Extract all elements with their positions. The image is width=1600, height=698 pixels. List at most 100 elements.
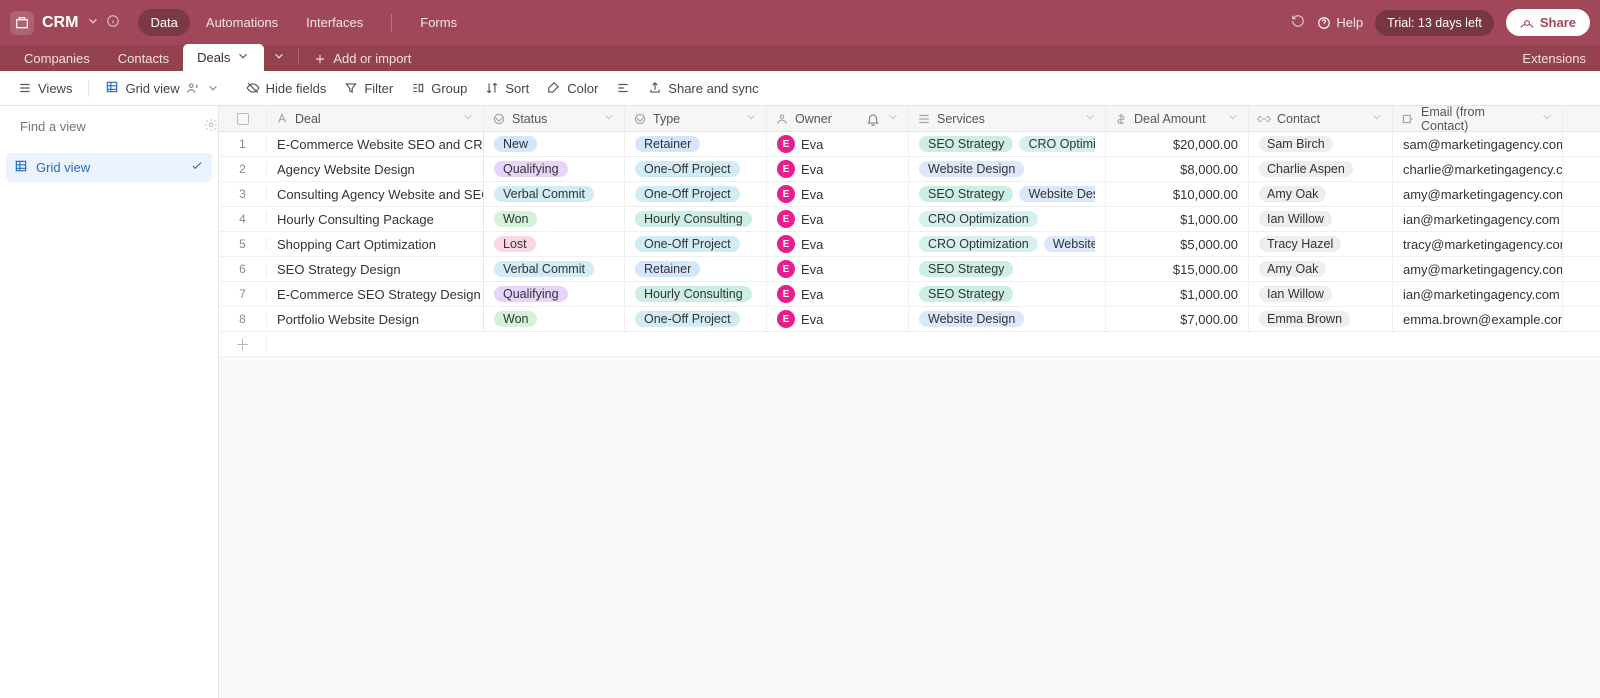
cell-services[interactable]: CRO OptimizationWebsite Design: [909, 232, 1106, 256]
cell-email[interactable]: emma.brown@example.com: [1393, 307, 1563, 331]
cell-status[interactable]: Qualifying: [484, 157, 625, 181]
chevron-down-icon[interactable]: [886, 110, 900, 127]
cell-deal[interactable]: E-Commerce SEO Strategy Design: [267, 282, 484, 306]
table-row[interactable]: 7E-Commerce SEO Strategy DesignQualifyin…: [219, 282, 1600, 307]
column-header-owner[interactable]: Owner: [767, 106, 909, 131]
column-header-email[interactable]: Email (from Contact): [1393, 106, 1563, 131]
table-row[interactable]: 6SEO Strategy DesignVerbal CommitRetaine…: [219, 257, 1600, 282]
row-number[interactable]: 2: [219, 162, 267, 176]
chevron-down-icon[interactable]: [602, 110, 616, 127]
cell-contact[interactable]: Amy Oak: [1249, 182, 1393, 206]
filter-button[interactable]: Filter: [336, 77, 401, 100]
cell-type[interactable]: One-Off Project: [625, 182, 767, 206]
cell-contact[interactable]: Sam Birch: [1249, 132, 1393, 156]
base-icon[interactable]: [10, 11, 34, 35]
cell-deal[interactable]: Agency Website Design: [267, 157, 484, 181]
cell-owner[interactable]: EEva: [767, 307, 909, 331]
cell-owner[interactable]: EEva: [767, 282, 909, 306]
cell-email[interactable]: sam@marketingagency.com: [1393, 132, 1563, 156]
cell-contact[interactable]: Ian Willow: [1249, 282, 1393, 306]
cell-email[interactable]: ian@marketingagency.com: [1393, 282, 1563, 306]
color-button[interactable]: Color: [539, 77, 606, 100]
cell-deal[interactable]: Portfolio Website Design: [267, 307, 484, 331]
column-header-type[interactable]: Type: [625, 106, 767, 131]
add-row[interactable]: ＋: [219, 332, 1600, 357]
trial-badge[interactable]: Trial: 13 days left: [1375, 10, 1494, 36]
cell-email[interactable]: amy@marketingagency.com: [1393, 257, 1563, 281]
cell-services[interactable]: SEO StrategyWebsite Design: [909, 182, 1106, 206]
cell-amount[interactable]: $10,000.00: [1106, 182, 1249, 206]
column-header-amount[interactable]: Deal Amount: [1106, 106, 1249, 131]
cell-contact[interactable]: Emma Brown: [1249, 307, 1393, 331]
cell-email[interactable]: amy@marketingagency.com: [1393, 182, 1563, 206]
cell-services[interactable]: SEO Strategy: [909, 257, 1106, 281]
share-button[interactable]: Share: [1506, 9, 1590, 36]
nav-tab-automations[interactable]: Automations: [194, 9, 290, 36]
help-button[interactable]: Help: [1317, 15, 1363, 30]
sort-button[interactable]: Sort: [477, 77, 537, 100]
cell-deal[interactable]: E-Commerce Website SEO and CRO: [267, 132, 484, 156]
nav-tab-data[interactable]: Data: [138, 9, 189, 36]
row-number[interactable]: 6: [219, 262, 267, 276]
table-tab-deals[interactable]: Deals: [183, 44, 264, 71]
cell-amount[interactable]: $5,000.00: [1106, 232, 1249, 256]
select-all-checkbox[interactable]: [219, 106, 267, 131]
cell-contact[interactable]: Tracy Hazel: [1249, 232, 1393, 256]
cell-type[interactable]: Hourly Consulting: [625, 207, 767, 231]
cell-deal[interactable]: Hourly Consulting Package: [267, 207, 484, 231]
cell-services[interactable]: SEO StrategyCRO Optimization: [909, 132, 1106, 156]
cell-contact[interactable]: Charlie Aspen: [1249, 157, 1393, 181]
current-view-button[interactable]: Grid view: [97, 76, 227, 101]
cell-deal[interactable]: Consulting Agency Website and SEO: [267, 182, 484, 206]
table-row[interactable]: 2Agency Website DesignQualifyingOne-Off …: [219, 157, 1600, 182]
row-number[interactable]: 8: [219, 312, 267, 326]
cell-type[interactable]: One-Off Project: [625, 157, 767, 181]
cell-type[interactable]: Retainer: [625, 132, 767, 156]
cell-status[interactable]: New: [484, 132, 625, 156]
chevron-down-icon[interactable]: [1540, 110, 1554, 127]
cell-status[interactable]: Won: [484, 207, 625, 231]
nav-tab-forms[interactable]: Forms: [408, 9, 469, 36]
cell-owner[interactable]: EEva: [767, 157, 909, 181]
row-number[interactable]: 5: [219, 237, 267, 251]
table-tabs-overflow-chevron-icon[interactable]: [264, 44, 294, 71]
cell-amount[interactable]: $7,000.00: [1106, 307, 1249, 331]
cell-type[interactable]: One-Off Project: [625, 307, 767, 331]
cell-email[interactable]: tracy@marketingagency.com: [1393, 232, 1563, 256]
cell-status[interactable]: Won: [484, 307, 625, 331]
share-sync-button[interactable]: Share and sync: [640, 77, 766, 100]
table-row[interactable]: 3Consulting Agency Website and SEOVerbal…: [219, 182, 1600, 207]
cell-owner[interactable]: EEva: [767, 132, 909, 156]
column-header-deal[interactable]: Deal: [267, 106, 484, 131]
chevron-down-icon[interactable]: [744, 110, 758, 127]
chevron-down-icon[interactable]: [1226, 110, 1240, 127]
column-header-contact[interactable]: Contact: [1249, 106, 1393, 131]
history-icon[interactable]: [1291, 14, 1305, 31]
add-or-import-button[interactable]: Add or import: [303, 46, 421, 71]
view-list-item-active[interactable]: Grid view: [6, 153, 212, 182]
cell-contact[interactable]: Amy Oak: [1249, 257, 1393, 281]
cell-amount[interactable]: $1,000.00: [1106, 207, 1249, 231]
chevron-down-icon[interactable]: [1083, 110, 1097, 127]
base-info-icon[interactable]: [106, 14, 120, 31]
cell-type[interactable]: Retainer: [625, 257, 767, 281]
cell-services[interactable]: Website Design: [909, 307, 1106, 331]
cell-email[interactable]: ian@marketingagency.com: [1393, 207, 1563, 231]
chevron-down-icon[interactable]: [1370, 110, 1384, 127]
table-tab-companies[interactable]: Companies: [10, 46, 104, 71]
views-toggle-button[interactable]: Views: [10, 77, 80, 100]
view-settings-gear-icon[interactable]: [204, 118, 218, 135]
group-button[interactable]: Group: [403, 77, 475, 100]
cell-email[interactable]: charlie@marketingagency.com: [1393, 157, 1563, 181]
cell-deal[interactable]: SEO Strategy Design: [267, 257, 484, 281]
cell-owner[interactable]: EEva: [767, 232, 909, 256]
chevron-down-icon[interactable]: [236, 49, 250, 66]
table-tab-contacts[interactable]: Contacts: [104, 46, 183, 71]
hide-fields-button[interactable]: Hide fields: [238, 77, 335, 100]
table-row[interactable]: 8Portfolio Website DesignWonOne-Off Proj…: [219, 307, 1600, 332]
extensions-button[interactable]: Extensions: [1508, 46, 1600, 71]
cell-services[interactable]: SEO Strategy: [909, 282, 1106, 306]
table-row[interactable]: 4Hourly Consulting PackageWonHourly Cons…: [219, 207, 1600, 232]
chevron-down-icon[interactable]: [461, 110, 475, 127]
cell-amount[interactable]: $8,000.00: [1106, 157, 1249, 181]
